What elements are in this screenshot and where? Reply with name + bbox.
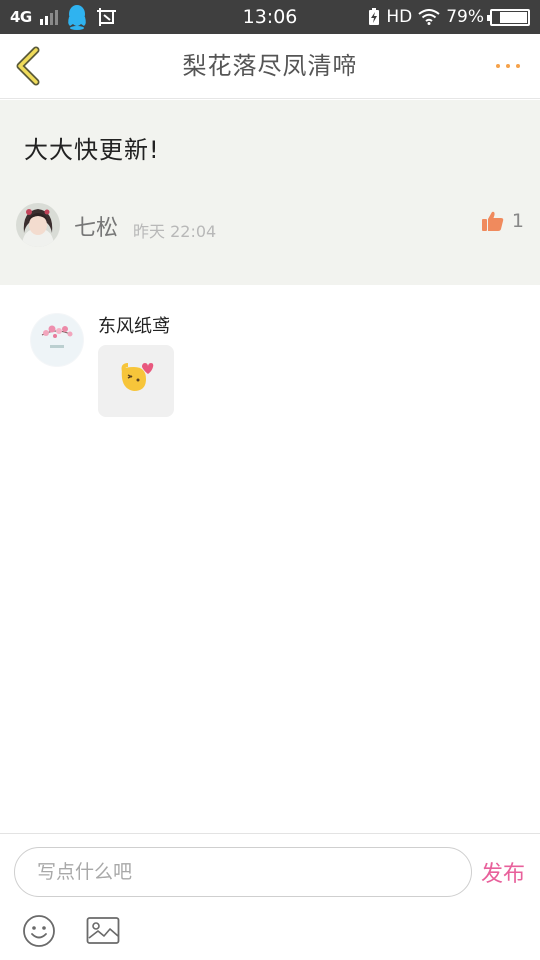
comment-author[interactable]: 七松 [74, 210, 118, 242]
reply-item: 东风纸鸢 [0, 285, 540, 435]
publish-button[interactable]: 发布 [481, 856, 525, 888]
comment-text: 大大快更新! [24, 136, 160, 164]
charging-icon [369, 8, 380, 25]
page-title: 梨花落尽凤清啼 [182, 52, 358, 80]
like-count: 1 [511, 210, 524, 232]
more-dot [506, 64, 510, 68]
comment-composer: 发布 [0, 833, 540, 960]
more-dot [516, 64, 520, 68]
thumbs-up-icon [481, 211, 504, 231]
like-button[interactable]: 1 [481, 210, 524, 232]
image-icon [86, 917, 120, 944]
emoji-button[interactable] [22, 914, 56, 948]
emoji-icon [23, 915, 55, 947]
reply-sticker [98, 345, 174, 417]
app-screen: 4G 13:06 HD 79% 梨花落尽凤清啼 大大快更新! 七松 昨天 22:… [0, 0, 540, 960]
hd-indicator: HD [386, 7, 413, 27]
more-dots-icon [496, 64, 500, 68]
original-comment: 大大快更新! 七松 昨天 22:04 1 [0, 100, 540, 285]
nav-bar: 梨花落尽凤清啼 [0, 34, 540, 99]
battery-level [500, 11, 527, 23]
battery-icon [487, 8, 530, 26]
comment-time: 昨天 22:04 [133, 222, 217, 241]
wifi-icon [418, 9, 440, 25]
image-button[interactable] [86, 916, 120, 946]
comment-input[interactable] [15, 848, 471, 896]
comment-input-box [14, 847, 472, 897]
comment-avatar[interactable] [16, 203, 60, 247]
more-button[interactable] [488, 54, 528, 78]
reply-avatar[interactable] [30, 313, 84, 367]
battery-percent: 79% [446, 7, 484, 27]
avatar-image [30, 313, 84, 367]
status-right: HD 79% [368, 0, 530, 34]
reply-author[interactable]: 东风纸鸢 [98, 312, 170, 338]
status-bar: 4G 13:06 HD 79% [0, 0, 540, 34]
kiss-emoji-icon [121, 363, 154, 391]
avatar-image [16, 203, 60, 247]
